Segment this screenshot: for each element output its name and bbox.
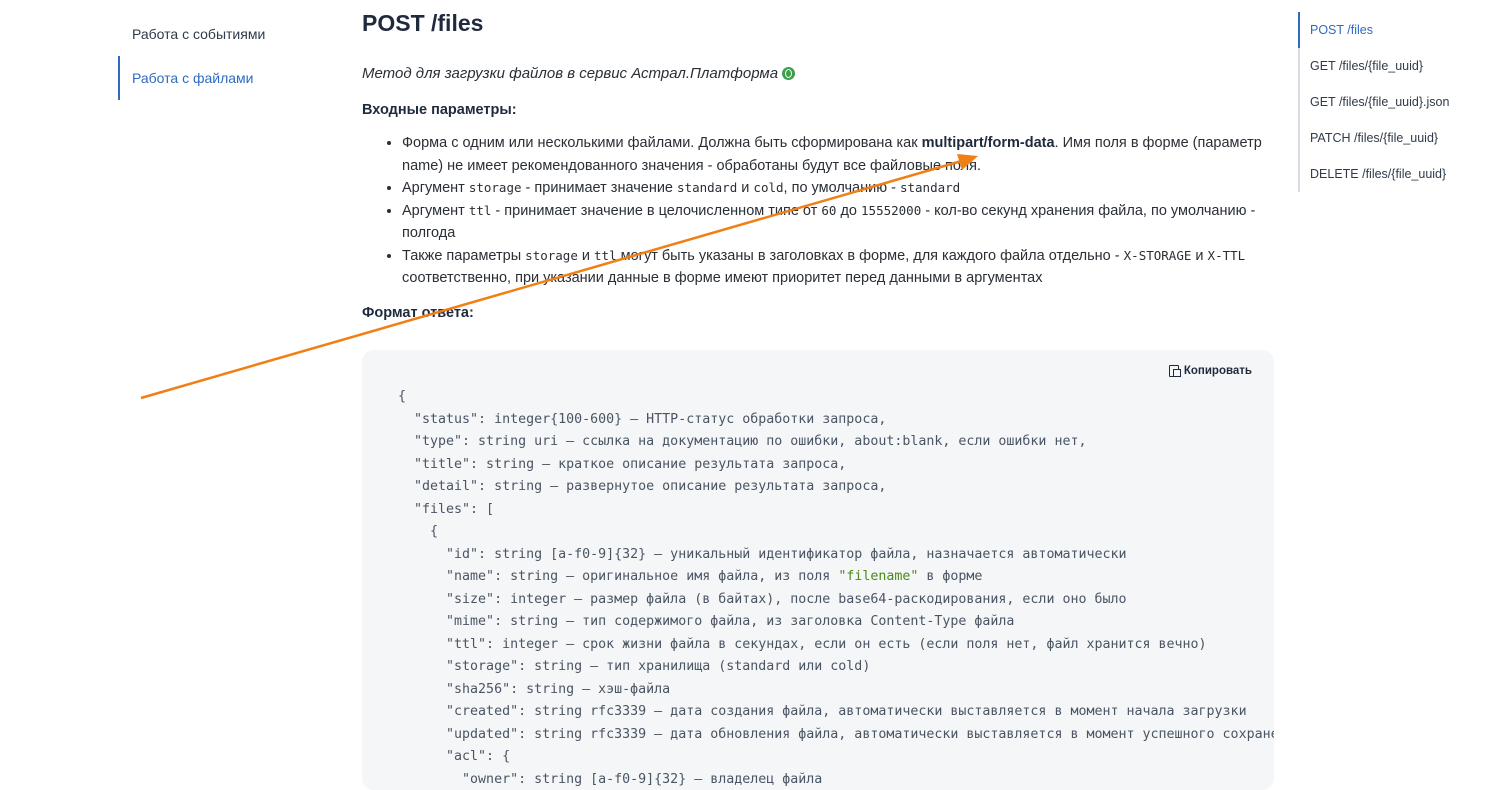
code-line: "title": string – краткое описание резул… bbox=[398, 454, 1274, 477]
param-text: Также параметры bbox=[402, 248, 525, 264]
table-of-contents: POST /files GET /files/{file_uuid} GET /… bbox=[1298, 12, 1490, 192]
toc-item-get-file[interactable]: GET /files/{file_uuid} bbox=[1298, 48, 1490, 84]
list-item: Форма с одним или несколькими файлами. Д… bbox=[402, 132, 1274, 177]
sidebar-item-files[interactable]: Работа с файлами bbox=[118, 56, 318, 100]
toc-item-get-file-json[interactable]: GET /files/{file_uuid}.json bbox=[1298, 84, 1490, 120]
input-params-heading: Входные параметры: bbox=[362, 102, 1274, 118]
inline-code: storage bbox=[525, 248, 578, 263]
param-text: соответственно, при указании данные в фо… bbox=[402, 270, 1043, 286]
param-text: и bbox=[578, 248, 594, 264]
param-text: Аргумент bbox=[402, 180, 469, 196]
param-text: - принимает значение bbox=[522, 180, 678, 196]
code-content: { "status": integer{100-600} – HTTP-стат… bbox=[398, 386, 1274, 790]
code-line: "id": string [a-f0-9]{32} – уникальный и… bbox=[398, 544, 1274, 567]
param-text: могут быть указаны в заголовках в форме,… bbox=[617, 248, 1124, 264]
params-list: Форма с одним или несколькими файлами. Д… bbox=[362, 132, 1274, 290]
inline-code: storage bbox=[469, 180, 522, 195]
inline-code: X-TTL bbox=[1208, 248, 1246, 263]
inline-code: ttl bbox=[594, 248, 617, 263]
code-line: "storage": string – тип хранилища (stand… bbox=[398, 656, 1274, 679]
code-line: "created": string rfc3339 – дата создани… bbox=[398, 701, 1274, 724]
globe-icon[interactable] bbox=[782, 67, 795, 80]
param-text: Аргумент bbox=[402, 203, 469, 219]
toc-item-delete-file[interactable]: DELETE /files/{file_uuid} bbox=[1298, 156, 1490, 192]
param-text: и bbox=[1191, 248, 1207, 264]
inline-code: standard bbox=[900, 180, 960, 195]
code-line: "detail": string – развернутое описание … bbox=[398, 476, 1274, 499]
param-text: , по умолчанию - bbox=[784, 180, 900, 196]
code-line-text: "name": string – оригинальное имя файла,… bbox=[398, 569, 838, 584]
code-line: "ttl": integer – срок жизни файла в секу… bbox=[398, 634, 1274, 657]
multipart-label: multipart/form-data bbox=[922, 135, 1055, 151]
left-sidebar: Работа с событиями Работа с файлами bbox=[118, 12, 318, 100]
code-line: "name": string – оригинальное имя файла,… bbox=[398, 566, 1274, 589]
code-string: "filename" bbox=[838, 569, 918, 584]
copy-label: Копировать bbox=[1184, 365, 1252, 377]
code-block: Копировать { "status": integer{100-600} … bbox=[362, 350, 1274, 790]
inline-code: standard bbox=[677, 180, 737, 195]
code-line: "mime": string – тип содержимого файла, … bbox=[398, 611, 1274, 634]
copy-button[interactable]: Копировать bbox=[1169, 365, 1252, 377]
inline-code: 60 bbox=[821, 203, 836, 218]
sidebar-item-events[interactable]: Работа с событиями bbox=[118, 12, 318, 56]
description-text: Метод для загрузки файлов в сервис Астра… bbox=[362, 65, 778, 82]
inline-code: X-STORAGE bbox=[1124, 248, 1192, 263]
code-line: { bbox=[398, 386, 1274, 409]
method-description: Метод для загрузки файлов в сервис Астра… bbox=[362, 63, 1274, 85]
param-text: и bbox=[737, 180, 753, 196]
param-text: до bbox=[836, 203, 861, 219]
code-line: "acl": { bbox=[398, 746, 1274, 769]
code-line: "updated": string rfc3339 – дата обновле… bbox=[398, 724, 1274, 747]
code-line: "type": string uri – ссылка на документа… bbox=[398, 431, 1274, 454]
param-text: - принимает значение в целочисленном тип… bbox=[491, 203, 821, 219]
response-format-heading: Формат ответа: bbox=[362, 305, 1274, 321]
code-line-text: в форме bbox=[918, 569, 982, 584]
copy-icon bbox=[1169, 365, 1179, 377]
list-item: Аргумент ttl - принимает значение в цело… bbox=[402, 200, 1274, 245]
inline-code: 15552000 bbox=[861, 203, 921, 218]
code-line: { bbox=[398, 521, 1274, 544]
list-item: Также параметры storage и ttl могут быть… bbox=[402, 245, 1274, 290]
inline-code: ttl bbox=[469, 203, 492, 218]
code-line: "status": integer{100-600} – HTTP-статус… bbox=[398, 409, 1274, 432]
code-line: "owner": string [a-f0-9]{32} – владелец … bbox=[398, 769, 1274, 790]
list-item: Аргумент storage - принимает значение st… bbox=[402, 177, 1274, 200]
code-line: "sha256": string – хэш-файла bbox=[398, 679, 1274, 702]
page-title: POST /files bbox=[362, 10, 1274, 37]
param-text: Форма с одним или несколькими файлами. Д… bbox=[402, 135, 922, 151]
toc-item-patch-file[interactable]: PATCH /files/{file_uuid} bbox=[1298, 120, 1490, 156]
code-line: "size": integer – размер файла (в байтах… bbox=[398, 589, 1274, 612]
main-content: POST /files Метод для загрузки файлов в … bbox=[362, 0, 1274, 321]
code-line: "files": [ bbox=[398, 499, 1274, 522]
toc-item-post-files[interactable]: POST /files bbox=[1298, 12, 1490, 48]
inline-code: cold bbox=[753, 180, 783, 195]
